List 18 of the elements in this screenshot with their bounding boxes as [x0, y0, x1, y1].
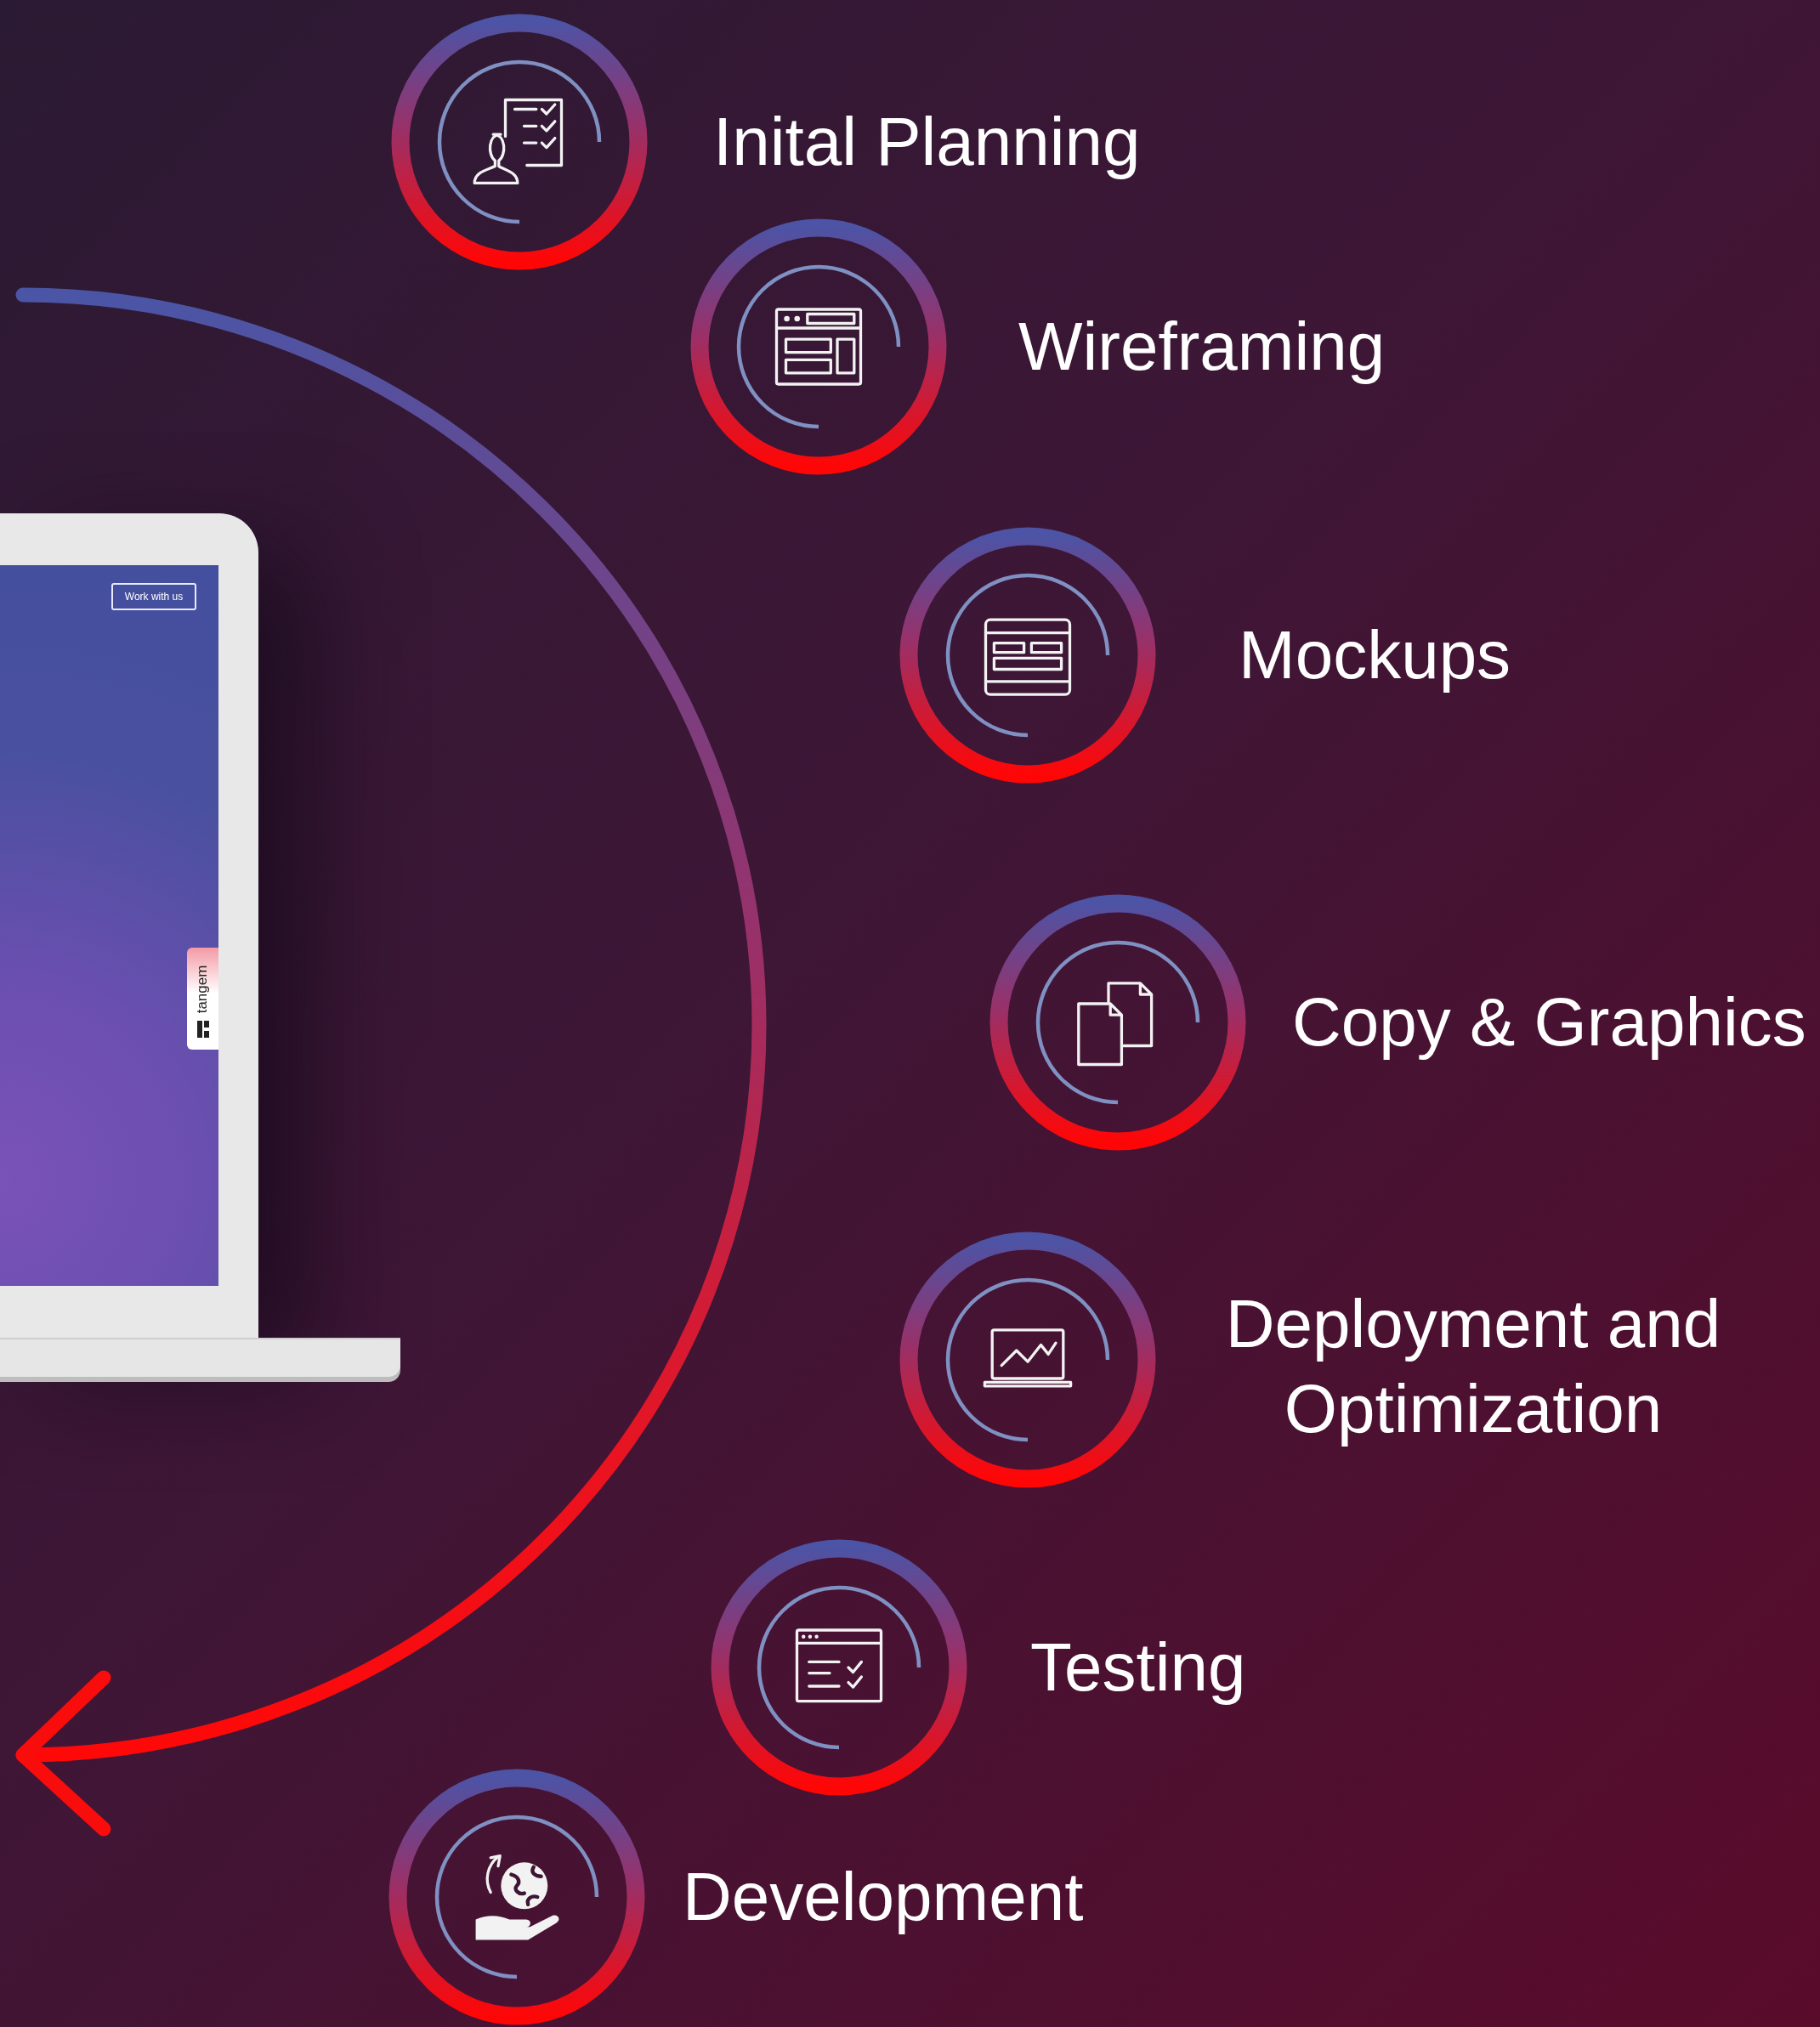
documents-icon — [1077, 982, 1154, 1067]
web-mockup-icon — [984, 618, 1072, 696]
step-label: Inital Planning — [713, 103, 1141, 181]
side-tab-label: tangem — [193, 965, 212, 1014]
step-label: Copy & Graphics — [1292, 983, 1806, 1062]
logo-icon — [196, 1020, 210, 1039]
person-checklist-icon — [473, 98, 564, 185]
window-checklist-icon — [795, 1628, 883, 1703]
work-with-us-button[interactable]: Work with us — [111, 583, 196, 610]
web-layout-icon — [774, 308, 863, 386]
step-label: Deployment and Optimization — [1224, 1285, 1722, 1448]
step-label: Wireframing — [1018, 308, 1386, 386]
side-tab[interactable] — [187, 948, 218, 1050]
step-label: Testing — [1030, 1628, 1246, 1707]
step-label: Mockups — [1239, 616, 1511, 694]
hand-globe-icon — [475, 1854, 559, 1940]
laptop-chart-icon — [983, 1328, 1073, 1388]
step-label: Development — [683, 1858, 1084, 1936]
